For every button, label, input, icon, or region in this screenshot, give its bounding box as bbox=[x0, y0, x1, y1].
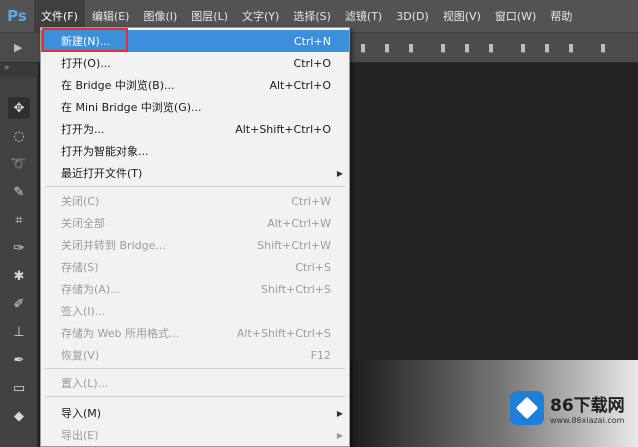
distribute-middle-icon[interactable]: ▮ bbox=[464, 41, 470, 54]
menu-item-place[interactable]: 置入(L)... bbox=[41, 372, 349, 394]
align-center-icon[interactable]: ▮ bbox=[384, 41, 390, 54]
menu-item-save[interactable]: 存储(S) Ctrl+S bbox=[41, 256, 349, 278]
menu-item-shortcut: Ctrl+S bbox=[295, 260, 331, 274]
watermark: 86下载网 www.86xiazai.com bbox=[510, 380, 634, 436]
watermark-title: 86下载网 bbox=[550, 396, 625, 416]
file-menu-dropdown: 新建(N)... Ctrl+N 打开(O)... Ctrl+O 在 Bridge… bbox=[40, 27, 350, 447]
menu-item-open[interactable]: 打开(O)... Ctrl+O bbox=[41, 52, 349, 74]
distribute-center-icon[interactable]: ▮ bbox=[544, 41, 550, 54]
submenu-arrow-icon: ▶ bbox=[336, 408, 343, 418]
menu-item-close-go-bridge[interactable]: 关闭并转到 Bridge... Shift+Ctrl+W bbox=[41, 234, 349, 256]
history-brush-tool-icon[interactable]: ✒ bbox=[8, 349, 30, 371]
submenu-arrow-icon: ▶ bbox=[336, 168, 343, 178]
eyedropper-tool-icon[interactable]: ✑ bbox=[8, 237, 30, 259]
menu-item-label: 关闭全部 bbox=[61, 217, 105, 230]
menu-item-shortcut: Alt+Ctrl+O bbox=[269, 78, 331, 92]
menu-item-label: 打开为... bbox=[61, 123, 105, 136]
menu-window[interactable]: 窗口(W) bbox=[488, 0, 543, 33]
clone-stamp-tool-icon[interactable]: ⊥ bbox=[8, 321, 30, 343]
menu-item-recent-files[interactable]: 最近打开文件(T) ▶ bbox=[41, 162, 349, 184]
crop-tool-icon[interactable]: ⌗ bbox=[8, 209, 30, 231]
menu-item-save-as[interactable]: 存储为(A)... Shift+Ctrl+S bbox=[41, 278, 349, 300]
menu-item-label: 在 Bridge 中浏览(B)... bbox=[61, 79, 175, 92]
watermark-box-icon bbox=[510, 391, 544, 425]
menu-3d[interactable]: 3D(D) bbox=[389, 0, 436, 33]
menu-item-open-smart-object[interactable]: 打开为智能对象... bbox=[41, 140, 349, 162]
menu-help[interactable]: 帮助 bbox=[543, 0, 579, 33]
menu-item-close[interactable]: 关闭(C) Ctrl+W bbox=[41, 190, 349, 212]
menu-item-shortcut: Alt+Shift+Ctrl+O bbox=[235, 122, 331, 136]
menu-item-shortcut: Ctrl+N bbox=[293, 34, 331, 48]
move-tool-icon[interactable]: ✥ bbox=[8, 97, 30, 119]
photoshop-logo: Ps bbox=[7, 7, 27, 25]
menu-item-label: 最近打开文件(T) bbox=[61, 167, 143, 180]
distribute-right-icon[interactable]: ▮ bbox=[568, 41, 574, 54]
menu-item-check-in[interactable]: 签入(I)... bbox=[41, 300, 349, 322]
menu-item-revert[interactable]: 恢复(V) F12 bbox=[41, 344, 349, 366]
menu-item-label: 存储为(A)... bbox=[61, 283, 121, 296]
menu-item-label: 恢复(V) bbox=[61, 349, 100, 362]
menu-item-label: 签入(I)... bbox=[61, 305, 106, 318]
marquee-tool-icon[interactable]: ◌ bbox=[8, 125, 30, 147]
distribute-top-icon[interactable]: ▮ bbox=[440, 41, 446, 54]
paint-bucket-tool-icon[interactable]: ◆ bbox=[8, 405, 30, 427]
menu-item-shortcut: Alt+Shift+Ctrl+S bbox=[236, 326, 331, 340]
distribute-left-icon[interactable]: ▮ bbox=[520, 41, 526, 54]
menu-item-label: 关闭并转到 Bridge... bbox=[61, 239, 166, 252]
menu-item-label: 在 Mini Bridge 中浏览(G)... bbox=[61, 101, 202, 114]
menu-item-shortcut: Alt+Ctrl+W bbox=[267, 216, 331, 230]
menu-item-open-as[interactable]: 打开为... Alt+Shift+Ctrl+O bbox=[41, 118, 349, 140]
menu-item-browse-mini-bridge[interactable]: 在 Mini Bridge 中浏览(G)... bbox=[41, 96, 349, 118]
menu-item-label: 打开为智能对象... bbox=[61, 145, 149, 158]
menu-separator bbox=[45, 396, 345, 397]
photoshop-window: Ps 文件(F) 编辑(E) 图像(I) 图层(L) 文字(Y) 选择(S) 滤… bbox=[0, 0, 638, 447]
menu-item-shortcut: Ctrl+O bbox=[293, 56, 331, 70]
brush-tool-icon[interactable]: ✐ bbox=[8, 293, 30, 315]
menu-item-export[interactable]: 导出(E) ▶ bbox=[41, 424, 349, 446]
menu-item-label: 存储为 Web 所用格式... bbox=[61, 327, 180, 340]
panel-collapse-strip[interactable]: » bbox=[0, 63, 38, 77]
annotation-highlight-box bbox=[42, 28, 128, 52]
watermark-url: www.86xiazai.com bbox=[550, 416, 625, 425]
menu-separator bbox=[45, 368, 345, 369]
align-left-icon[interactable]: ▮ bbox=[360, 41, 366, 54]
menu-item-label: 导入(M) bbox=[61, 407, 102, 420]
toolbox: ✥ ◌ ➰ ✎ ⌗ ✑ ✱ ✐ ⊥ ✒ ▭ ◆ bbox=[0, 77, 38, 447]
menu-item-shortcut: Ctrl+W bbox=[291, 194, 331, 208]
quick-select-tool-icon[interactable]: ✎ bbox=[8, 181, 30, 203]
menu-item-close-all[interactable]: 关闭全部 Alt+Ctrl+W bbox=[41, 212, 349, 234]
menu-item-import[interactable]: 导入(M) ▶ bbox=[41, 402, 349, 424]
menu-item-shortcut: Shift+Ctrl+W bbox=[257, 238, 331, 252]
move-tool-preset-icon[interactable]: ▶ bbox=[14, 41, 22, 54]
align-right-icon[interactable]: ▮ bbox=[408, 41, 414, 54]
menu-view[interactable]: 视图(V) bbox=[436, 0, 488, 33]
menu-item-label: 导出(E) bbox=[61, 429, 99, 442]
healing-brush-tool-icon[interactable]: ✱ bbox=[8, 265, 30, 287]
menu-item-save-for-web[interactable]: 存储为 Web 所用格式... Alt+Shift+Ctrl+S bbox=[41, 322, 349, 344]
watermark-text: 86下载网 www.86xiazai.com bbox=[550, 391, 625, 425]
menu-item-label: 关闭(C) bbox=[61, 195, 100, 208]
menu-item-label: 存储(S) bbox=[61, 261, 99, 274]
menu-separator bbox=[45, 186, 345, 187]
menu-item-label: 置入(L)... bbox=[61, 377, 109, 390]
menu-item-shortcut: F12 bbox=[310, 348, 331, 362]
menu-item-shortcut: Shift+Ctrl+S bbox=[261, 282, 331, 296]
lasso-tool-icon[interactable]: ➰ bbox=[8, 153, 30, 175]
submenu-arrow-icon: ▶ bbox=[336, 430, 343, 440]
auto-align-icon[interactable]: ▮ bbox=[600, 41, 606, 54]
eraser-tool-icon[interactable]: ▭ bbox=[8, 377, 30, 399]
distribute-bottom-icon[interactable]: ▮ bbox=[488, 41, 494, 54]
menu-item-browse-bridge[interactable]: 在 Bridge 中浏览(B)... Alt+Ctrl+O bbox=[41, 74, 349, 96]
menu-item-label: 打开(O)... bbox=[61, 57, 111, 70]
